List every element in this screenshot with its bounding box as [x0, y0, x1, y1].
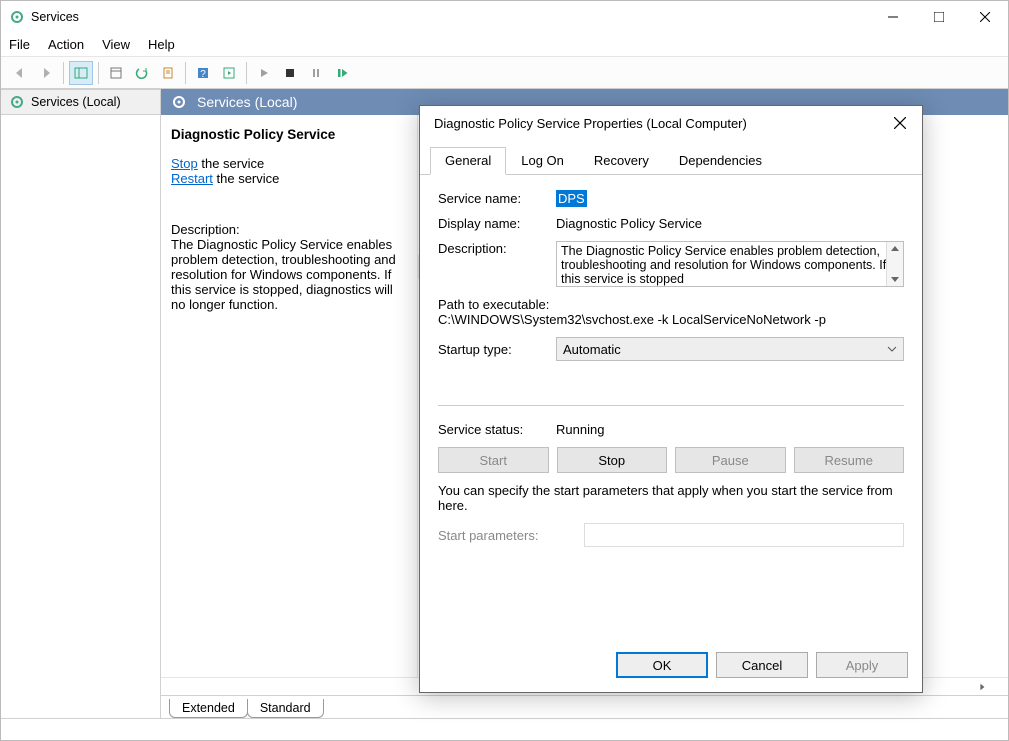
- dialog-body: Service name: DPS Display name: Diagnost…: [420, 175, 922, 642]
- close-button[interactable]: [962, 1, 1008, 33]
- forward-button[interactable]: [34, 61, 58, 85]
- description-scrollbar[interactable]: [886, 242, 903, 286]
- menu-file[interactable]: File: [9, 37, 30, 52]
- maximize-button[interactable]: [916, 1, 962, 33]
- tab-standard[interactable]: Standard: [247, 699, 324, 718]
- services-app-icon: [9, 9, 25, 25]
- label-description: Description:: [438, 241, 546, 256]
- services-window: Services File Action View Help ?: [0, 0, 1009, 741]
- dialog-tabs: General Log On Recovery Dependencies: [420, 140, 922, 175]
- dialog-title: Diagnostic Policy Service Properties (Lo…: [434, 116, 888, 131]
- value-path: C:\WINDOWS\System32\svchost.exe -k Local…: [438, 312, 904, 327]
- label-startup-type: Startup type:: [438, 342, 546, 357]
- svg-text:?: ?: [200, 69, 206, 80]
- selected-service-name: Diagnostic Policy Service: [171, 127, 407, 142]
- start-params-input: [584, 523, 904, 547]
- label-start-params: Start parameters:: [438, 528, 574, 543]
- services-icon: [9, 94, 25, 110]
- window-controls: [870, 1, 1008, 33]
- start-params-hint: You can specify the start parameters tha…: [438, 483, 904, 513]
- divider: [438, 405, 904, 406]
- description-text: The Diagnostic Policy Service enables pr…: [171, 237, 407, 312]
- description-label: Description:: [171, 222, 407, 237]
- statusbar: [1, 718, 1008, 740]
- pane-header-text: Services (Local): [197, 94, 297, 110]
- back-button[interactable]: [8, 61, 32, 85]
- resume-button[interactable]: Resume: [794, 447, 905, 473]
- stop-service-button[interactable]: [278, 61, 302, 85]
- tab-log-on[interactable]: Log On: [506, 147, 579, 175]
- properties-dialog: Diagnostic Policy Service Properties (Lo…: [419, 105, 923, 693]
- start-button[interactable]: Start: [438, 447, 549, 473]
- cancel-button[interactable]: Cancel: [716, 652, 808, 678]
- minimize-button[interactable]: [870, 1, 916, 33]
- menu-action[interactable]: Action: [48, 37, 84, 52]
- tree-item-label: Services (Local): [31, 95, 121, 109]
- label-display-name: Display name:: [438, 216, 546, 231]
- value-service-status: Running: [556, 422, 904, 437]
- label-service-name: Service name:: [438, 191, 546, 206]
- tab-extended[interactable]: Extended: [169, 699, 248, 718]
- restart-link[interactable]: Restart: [171, 171, 213, 186]
- apply-button[interactable]: Apply: [816, 652, 908, 678]
- description-textbox[interactable]: The Diagnostic Policy Service enables pr…: [556, 241, 904, 287]
- tab-general[interactable]: General: [430, 147, 506, 175]
- description-pane: Diagnostic Policy Service Stop the servi…: [161, 115, 417, 677]
- titlebar: Services: [1, 1, 1008, 33]
- toolbar-separator: [185, 62, 186, 84]
- pause-button[interactable]: Pause: [675, 447, 786, 473]
- tab-dependencies[interactable]: Dependencies: [664, 147, 777, 175]
- help-button[interactable]: ?: [191, 61, 215, 85]
- service-control-buttons: Start Stop Pause Resume: [438, 447, 904, 473]
- run-button[interactable]: [217, 61, 241, 85]
- value-display-name: Diagnostic Policy Service: [556, 216, 904, 231]
- toolbar-separator: [63, 62, 64, 84]
- tree-item-services-local[interactable]: Services (Local): [1, 89, 160, 115]
- toolbar: ?: [1, 57, 1008, 89]
- menubar: File Action View Help: [1, 33, 1008, 57]
- label-path: Path to executable:: [438, 297, 904, 312]
- chevron-down-icon: [887, 342, 897, 357]
- restart-service-button[interactable]: [330, 61, 354, 85]
- dialog-actions: OK Cancel Apply: [420, 642, 922, 692]
- console-tree: Services (Local): [1, 89, 161, 718]
- stop-button[interactable]: Stop: [557, 447, 668, 473]
- refresh-button[interactable]: [130, 61, 154, 85]
- dialog-titlebar: Diagnostic Policy Service Properties (Lo…: [420, 106, 922, 140]
- startup-type-dropdown[interactable]: Automatic: [556, 337, 904, 361]
- stop-service-line: Stop the service: [171, 156, 407, 171]
- view-tabs: Extended Standard: [161, 695, 1008, 718]
- dialog-close-button[interactable]: [888, 111, 912, 135]
- stop-link[interactable]: Stop: [171, 156, 198, 171]
- pause-service-button[interactable]: [304, 61, 328, 85]
- start-service-button[interactable]: [252, 61, 276, 85]
- menu-help[interactable]: Help: [148, 37, 175, 52]
- value-service-name: DPS: [556, 191, 904, 206]
- toolbar-separator: [98, 62, 99, 84]
- label-service-status: Service status:: [438, 422, 546, 437]
- tab-recovery[interactable]: Recovery: [579, 147, 664, 175]
- ok-button[interactable]: OK: [616, 652, 708, 678]
- toolbar-separator: [246, 62, 247, 84]
- window-title: Services: [31, 10, 870, 24]
- services-icon: [171, 94, 187, 110]
- menu-view[interactable]: View: [102, 37, 130, 52]
- properties-button[interactable]: [104, 61, 128, 85]
- restart-service-line: Restart the service: [171, 171, 407, 186]
- export-list-button[interactable]: [156, 61, 180, 85]
- show-hide-tree-button[interactable]: [69, 61, 93, 85]
